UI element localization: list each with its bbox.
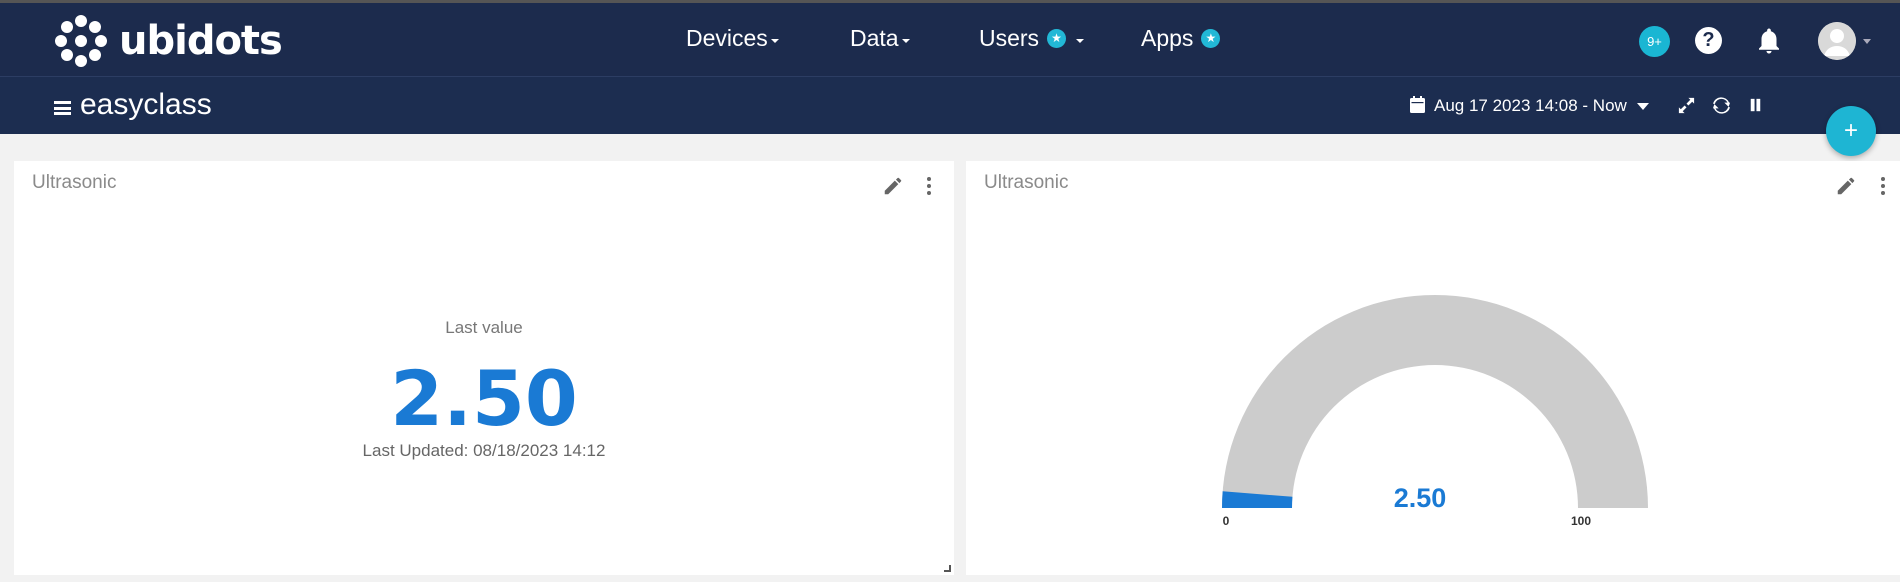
metric-widget: Ultrasonic Last value 2.50 Last Updated:… (14, 161, 954, 575)
dashboard-title[interactable]: easyclass (80, 88, 212, 122)
gauge-max-label: 100 (1570, 514, 1592, 528)
notifications-count-badge[interactable]: 9+ (1639, 26, 1670, 57)
logo-wordmark: ubidots (119, 18, 283, 64)
nav-apps[interactable]: Apps ★ (1141, 25, 1221, 52)
logo-mark-icon (55, 15, 107, 67)
last-updated-text: Last Updated: 08/18/2023 14:12 (362, 441, 606, 460)
star-icon: ★ (1047, 29, 1067, 48)
date-range-selector[interactable]: Aug 17 2023 14:08 - Now (1434, 96, 1627, 116)
chevron-down-icon (1076, 38, 1085, 43)
calendar-icon[interactable] (1410, 96, 1425, 113)
avatar-icon (1818, 22, 1856, 60)
chevron-down-icon[interactable] (1637, 103, 1649, 110)
gauge-widget: Ultrasonic 2.50 0 100 (966, 161, 1900, 575)
top-navbar: ubidots Devices Data Users ★ Apps ★ 9+ ? (0, 0, 1900, 76)
nav-devices[interactable]: Devices (686, 25, 779, 52)
bell-icon[interactable] (1754, 26, 1784, 56)
help-icon[interactable]: ? (1695, 27, 1722, 54)
nav-devices-label: Devices (686, 25, 768, 51)
add-widget-button[interactable]: + (1826, 106, 1876, 156)
pause-icon[interactable] (1746, 96, 1765, 115)
avatar[interactable] (1818, 22, 1856, 60)
nav-apps-label: Apps (1141, 25, 1194, 51)
star-icon: ★ (1201, 29, 1221, 48)
ubidots-logo[interactable]: ubidots (55, 15, 283, 67)
nav-data-label: Data (850, 25, 899, 51)
nav-users[interactable]: Users ★ (979, 25, 1085, 52)
user-menu-caret-icon[interactable] (1863, 39, 1871, 44)
nav-data[interactable]: Data (850, 25, 910, 52)
kebab-icon[interactable] (925, 175, 933, 197)
expand-icon[interactable] (1677, 96, 1696, 115)
dashboard-toolbar: easyclass Aug 17 2023 14:08 - Now (0, 76, 1900, 134)
nav-users-label: Users (979, 25, 1040, 51)
last-value: 2.50 (390, 354, 578, 443)
resize-handle[interactable] (944, 565, 951, 572)
pencil-icon[interactable] (882, 175, 904, 197)
chevron-down-icon (770, 38, 779, 43)
widget-title: Ultrasonic (32, 172, 117, 193)
gauge-track (1222, 295, 1648, 508)
gauge-value: 2.50 (1393, 483, 1447, 513)
gauge-min-label: 0 (1222, 514, 1230, 528)
last-value-caption: Last value (445, 318, 523, 337)
refresh-icon[interactable] (1712, 96, 1731, 115)
hamburger-icon[interactable] (54, 101, 71, 115)
chevron-down-icon (901, 38, 910, 43)
